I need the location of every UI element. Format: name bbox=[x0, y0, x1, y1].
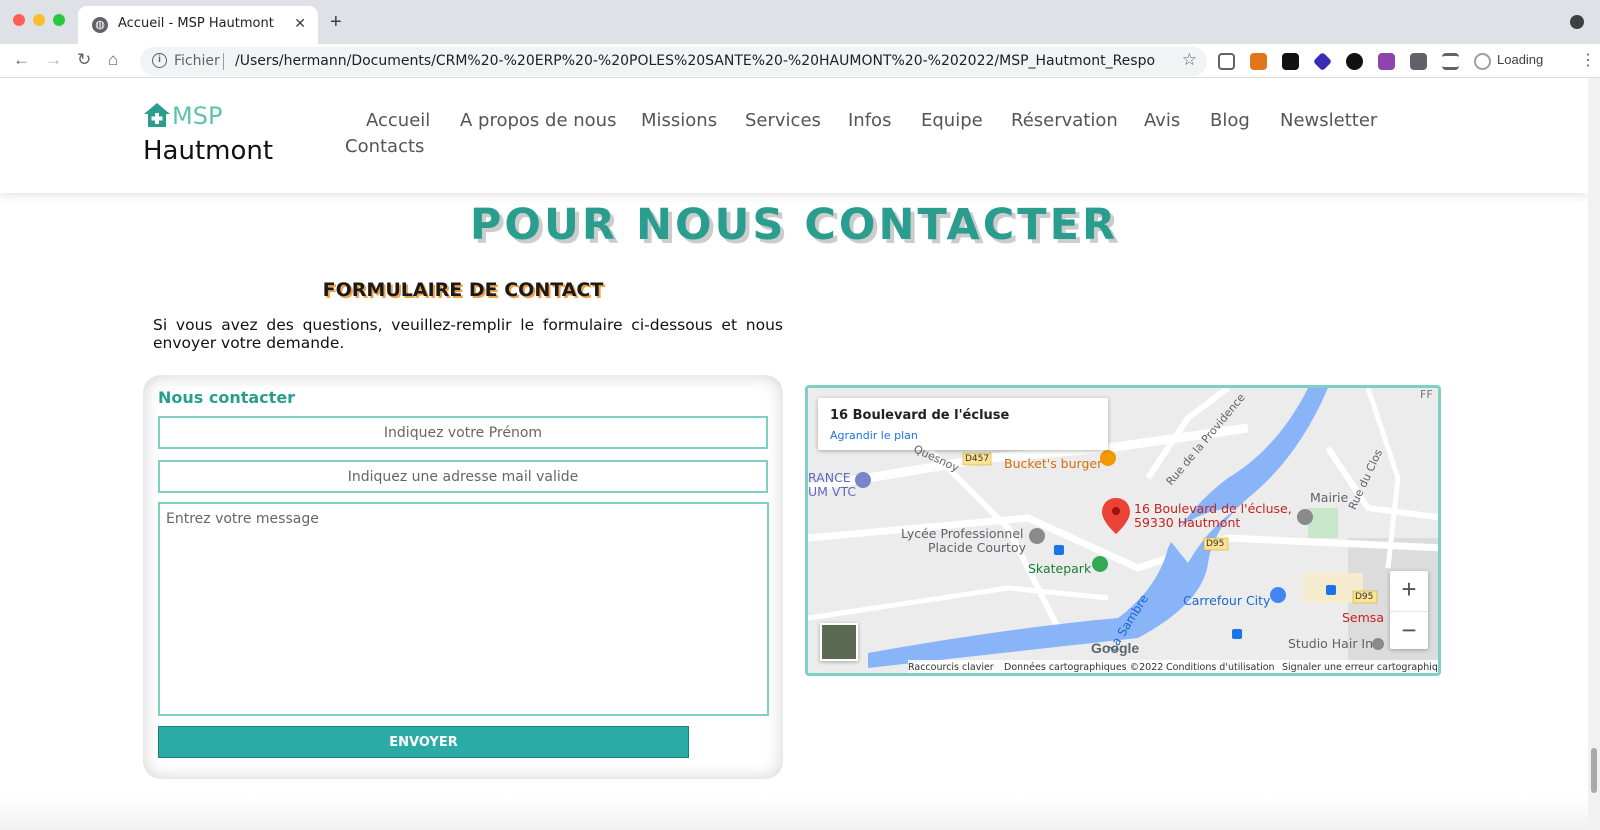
tab-close-icon[interactable]: ✕ bbox=[294, 15, 306, 32]
map-poi-rance[interactable]: RANCE bbox=[808, 470, 851, 485]
media-queue-icon[interactable] bbox=[1442, 53, 1459, 70]
forward-button[interactable]: → bbox=[45, 50, 62, 70]
map-place-title: 16 Boulevard de l'écluse bbox=[830, 408, 1010, 423]
address-bar[interactable]: i Fichier /Users/hermann/Documents/CRM%2… bbox=[140, 47, 1207, 76]
extension-dark-icon[interactable] bbox=[1282, 53, 1299, 70]
logo-msp[interactable]: MSP bbox=[172, 102, 222, 130]
back-button[interactable]: ← bbox=[13, 50, 30, 70]
nav-blog[interactable]: Blog bbox=[1210, 110, 1250, 131]
zoom-in-button[interactable]: + bbox=[1390, 571, 1428, 609]
form-heading: Nous contacter bbox=[158, 388, 296, 407]
profile-avatar-icon[interactable] bbox=[1474, 53, 1491, 70]
globe-icon: ◍ bbox=[92, 17, 108, 33]
enlarge-map-link[interactable]: Agrandir le plan bbox=[830, 429, 918, 442]
nav-missions[interactable]: Missions bbox=[641, 110, 717, 131]
nav-newsletter[interactable]: Newsletter bbox=[1280, 110, 1377, 131]
satellite-layer-toggle[interactable] bbox=[820, 623, 858, 661]
map-place-card: 16 Boulevard de l'écluse Agrandir le pla… bbox=[818, 398, 1108, 450]
window-close-button[interactable] bbox=[13, 14, 25, 26]
page-bottom-shadow bbox=[0, 798, 1588, 830]
google-logo: Google bbox=[1091, 640, 1140, 656]
tab-search-icon[interactable] bbox=[1570, 15, 1584, 29]
browser-tab-bar: ◍ Accueil - MSP Hautmont ✕ + bbox=[0, 0, 1600, 44]
map-poi-carrefour[interactable]: Carrefour City bbox=[1183, 593, 1270, 608]
contact-form: Nous contacter ENVOYER bbox=[143, 375, 783, 779]
url-text[interactable]: /Users/hermann/Documents/CRM%20-%20ERP%2… bbox=[235, 53, 1155, 69]
logo-name[interactable]: Hautmont bbox=[143, 136, 273, 166]
extension-hexagon-icon[interactable] bbox=[1378, 53, 1395, 70]
nav-accueil[interactable]: Accueil bbox=[366, 110, 430, 131]
map-poi-lycee-line2[interactable]: Placide Courtoy bbox=[928, 540, 1026, 555]
map-poi-burger[interactable]: Bucket's burger bbox=[1004, 456, 1102, 471]
new-tab-button[interactable]: + bbox=[330, 11, 342, 34]
metamask-fox-icon[interactable] bbox=[1250, 53, 1267, 70]
map-poi-studio[interactable]: Studio Hair In bbox=[1288, 636, 1373, 651]
nav-a-propos[interactable]: A propos de nous bbox=[460, 110, 616, 131]
home-button[interactable]: ⌂ bbox=[108, 50, 118, 70]
message-textarea[interactable] bbox=[158, 502, 769, 716]
map-poi-um-vtc[interactable]: UM VTC bbox=[808, 484, 856, 499]
nav-infos[interactable]: Infos bbox=[848, 110, 891, 131]
nav-equipe[interactable]: Equipe bbox=[921, 110, 983, 131]
nav-avis[interactable]: Avis bbox=[1144, 110, 1180, 131]
map-poi-mairie[interactable]: Mairie bbox=[1310, 490, 1348, 505]
firstname-input[interactable] bbox=[158, 416, 768, 449]
extension-cube-icon[interactable] bbox=[1218, 53, 1235, 70]
map-corner-label: FF bbox=[1420, 388, 1433, 401]
browser-tab[interactable]: ◍ Accueil - MSP Hautmont ✕ bbox=[78, 6, 318, 44]
puzzle-icon[interactable] bbox=[1410, 53, 1427, 70]
terms-link[interactable]: Conditions d'utilisation bbox=[1166, 662, 1275, 673]
info-icon[interactable]: i bbox=[152, 53, 167, 68]
loading-label: Loading bbox=[1497, 52, 1544, 67]
map-data-credit: Données cartographiques ©2022 bbox=[1004, 662, 1164, 673]
map-road-d95-east: D95 bbox=[1355, 592, 1374, 602]
window-minimize-button[interactable] bbox=[33, 14, 45, 26]
page-scrollbar[interactable] bbox=[1588, 78, 1600, 830]
google-map[interactable]: 16 Boulevard de l'écluse Agrandir le pla… bbox=[805, 385, 1441, 676]
map-pin-label-line2: 59330 Hautmont bbox=[1134, 515, 1241, 530]
page-title: POUR NOUS CONTACTER bbox=[469, 200, 1119, 250]
map-poi-skatepark[interactable]: Skatepark bbox=[1028, 561, 1091, 576]
bookmark-star-icon[interactable]: ☆ bbox=[1182, 50, 1197, 70]
nav-reservation[interactable]: Réservation bbox=[1011, 110, 1118, 131]
extension-diamond-icon[interactable] bbox=[1312, 51, 1333, 72]
nav-contacts[interactable]: Contacts bbox=[345, 136, 424, 157]
window-maximize-button[interactable] bbox=[53, 14, 65, 26]
form-section-title: FORMULAIRE DE CONTACT bbox=[322, 279, 604, 301]
scrollbar-thumb[interactable] bbox=[1591, 748, 1597, 793]
nav-services[interactable]: Services bbox=[745, 110, 821, 131]
url-scheme: Fichier bbox=[174, 53, 220, 69]
reload-button[interactable]: ↻ bbox=[77, 50, 91, 70]
zoom-control: + − bbox=[1390, 571, 1428, 649]
map-footer: Raccourcis clavier Données cartographiqu… bbox=[908, 660, 1438, 673]
url-separator bbox=[223, 53, 224, 70]
site-header: MSP Hautmont Accueil A propos de nous Mi… bbox=[0, 78, 1588, 193]
zoom-out-button[interactable]: − bbox=[1390, 611, 1428, 649]
map-road-d457: D457 bbox=[965, 454, 990, 464]
page-viewport: MSP Hautmont Accueil A propos de nous Mi… bbox=[0, 78, 1588, 830]
house-plus-icon bbox=[144, 103, 170, 127]
intro-text: Si vous avez des questions, veuillez-rem… bbox=[153, 316, 783, 352]
send-button[interactable]: ENVOYER bbox=[158, 726, 689, 758]
report-error-link[interactable]: Signaler une erreur cartographique bbox=[1282, 662, 1438, 673]
extension-circle-icon[interactable] bbox=[1346, 53, 1363, 70]
browser-toolbar: ← → ↻ ⌂ i Fichier /Users/hermann/Documen… bbox=[0, 44, 1600, 78]
tab-title: Accueil - MSP Hautmont bbox=[118, 16, 274, 31]
keyboard-shortcuts-link[interactable]: Raccourcis clavier bbox=[908, 662, 994, 673]
map-road-d95: D95 bbox=[1206, 539, 1225, 549]
map-poi-lycee-line1[interactable]: Lycée Professionnel bbox=[901, 526, 1024, 541]
browser-menu-icon[interactable]: ⋮ bbox=[1580, 50, 1596, 70]
email-input[interactable] bbox=[158, 460, 768, 493]
map-pin-label-line1: 16 Boulevard de l'écluse, bbox=[1134, 501, 1292, 516]
map-poi-semsa[interactable]: Semsa bbox=[1342, 610, 1384, 625]
